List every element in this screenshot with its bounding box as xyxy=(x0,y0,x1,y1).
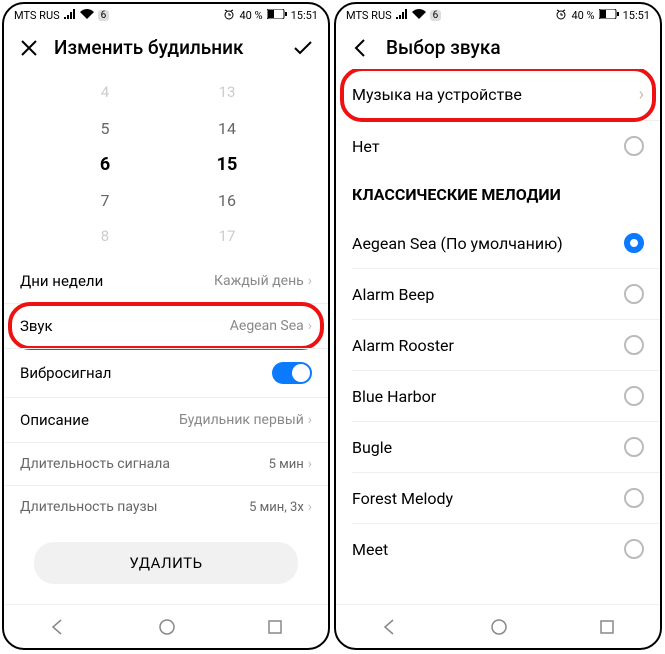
ringtone-row[interactable]: Blue Harbor xyxy=(336,371,660,421)
radio-icon[interactable] xyxy=(624,136,644,156)
clock-time: 15:51 xyxy=(291,9,318,22)
nav-home-icon[interactable] xyxy=(490,618,508,636)
row-days[interactable]: Дни недели Каждый день› xyxy=(4,259,328,303)
chevron-right-icon: › xyxy=(639,84,644,105)
radio-icon[interactable] xyxy=(624,437,644,457)
radio-icon[interactable] xyxy=(624,233,644,253)
row-sound[interactable]: Звук Aegean Sea› xyxy=(4,303,328,348)
ringtone-label: Meet xyxy=(352,540,388,559)
ringtone-label: Alarm Rooster xyxy=(352,336,454,355)
row-signal-duration[interactable]: Длительность сигнала 5 мин› xyxy=(4,442,328,485)
battery-pct: 40 % xyxy=(571,9,594,22)
chevron-right-icon: › xyxy=(308,318,312,334)
battery-pct: 40 % xyxy=(239,9,262,22)
battery-icon xyxy=(267,9,287,22)
radio-icon[interactable] xyxy=(624,488,644,508)
battery-icon xyxy=(599,9,619,22)
row-pause-duration[interactable]: Длительность паузы 5 мин, 3x› xyxy=(4,485,328,528)
wifi-icon xyxy=(80,9,94,22)
nav-recent-icon[interactable] xyxy=(267,619,283,635)
hour-column[interactable]: 4 5 6 7 8 xyxy=(44,69,166,259)
page-title: Изменить будильник xyxy=(54,36,243,59)
nav-bar xyxy=(336,604,660,648)
minute-column[interactable]: 13 14 15 16 17 xyxy=(166,69,288,259)
radio-icon[interactable] xyxy=(624,386,644,406)
ringtone-row[interactable]: Bugle xyxy=(336,422,660,472)
ringtone-row[interactable]: Aegean Sea (По умолчанию) xyxy=(336,218,660,268)
vibrate-toggle[interactable] xyxy=(272,362,312,384)
close-icon[interactable] xyxy=(18,37,40,59)
header: Выбор звука xyxy=(336,26,660,69)
ringtone-row[interactable]: Alarm Beep xyxy=(336,269,660,319)
clock-time: 15:51 xyxy=(623,9,650,22)
notif-count: 6 xyxy=(430,10,442,21)
status-bar: MTS RUS 6 40 % 15:51 xyxy=(336,4,660,26)
chevron-right-icon: › xyxy=(308,273,312,289)
nav-back-icon[interactable] xyxy=(49,618,67,636)
wifi-icon xyxy=(412,9,426,22)
ringtone-label: Alarm Beep xyxy=(352,285,434,304)
ringtone-row[interactable]: Alarm Rooster xyxy=(336,320,660,370)
signal-icon xyxy=(64,9,76,22)
back-icon[interactable] xyxy=(350,37,372,59)
ringtone-row[interactable]: Meet xyxy=(336,524,660,574)
status-bar: MTS RUS 6 40 % 15:51 xyxy=(4,4,328,26)
signal-icon xyxy=(396,9,408,22)
time-picker[interactable]: 4 5 6 7 8 13 14 15 16 17 xyxy=(4,69,328,259)
notif-count: 6 xyxy=(98,10,110,21)
chevron-right-icon: › xyxy=(308,456,312,472)
radio-icon[interactable] xyxy=(624,539,644,559)
row-vibrate[interactable]: Вибросигнал xyxy=(4,348,328,397)
carrier: MTS RUS xyxy=(346,9,392,22)
radio-icon[interactable] xyxy=(624,284,644,304)
nav-recent-icon[interactable] xyxy=(599,619,615,635)
row-music-on-device[interactable]: Музыка на устройстве › xyxy=(336,69,660,120)
chevron-right-icon: › xyxy=(308,412,312,428)
alarm-icon xyxy=(555,8,567,23)
ringtone-label: Forest Melody xyxy=(352,489,453,508)
confirm-icon[interactable] xyxy=(292,37,314,59)
phone-edit-alarm: MTS RUS 6 40 % 15:51 Изменить будильник xyxy=(2,2,330,650)
carrier: MTS RUS xyxy=(14,9,60,22)
phone-sound-picker: MTS RUS 6 40 % 15:51 Выбор звука xyxy=(334,2,662,650)
nav-bar xyxy=(4,604,328,648)
sound-list: Музыка на устройстве › Нет КЛАССИЧЕСКИЕ … xyxy=(336,69,660,604)
delete-button[interactable]: УДАЛИТЬ xyxy=(34,542,298,584)
ringtone-label: Bugle xyxy=(352,438,392,457)
section-classic: КЛАССИЧЕСКИЕ МЕЛОДИИ xyxy=(336,171,660,218)
settings-list: Дни недели Каждый день› Звук Aegean Sea›… xyxy=(4,259,328,528)
row-description[interactable]: Описание Будильник первый› xyxy=(4,397,328,442)
radio-icon[interactable] xyxy=(624,335,644,355)
row-none[interactable]: Нет xyxy=(336,121,660,171)
ringtone-row[interactable]: Forest Melody xyxy=(336,473,660,523)
header: Изменить будильник xyxy=(4,26,328,69)
page-title: Выбор звука xyxy=(386,36,501,59)
nav-back-icon[interactable] xyxy=(381,618,399,636)
chevron-right-icon: › xyxy=(308,499,312,515)
nav-home-icon[interactable] xyxy=(158,618,176,636)
ringtone-label: Blue Harbor xyxy=(352,387,436,406)
alarm-icon xyxy=(223,8,235,23)
ringtone-label: Aegean Sea (По умолчанию) xyxy=(352,234,563,253)
